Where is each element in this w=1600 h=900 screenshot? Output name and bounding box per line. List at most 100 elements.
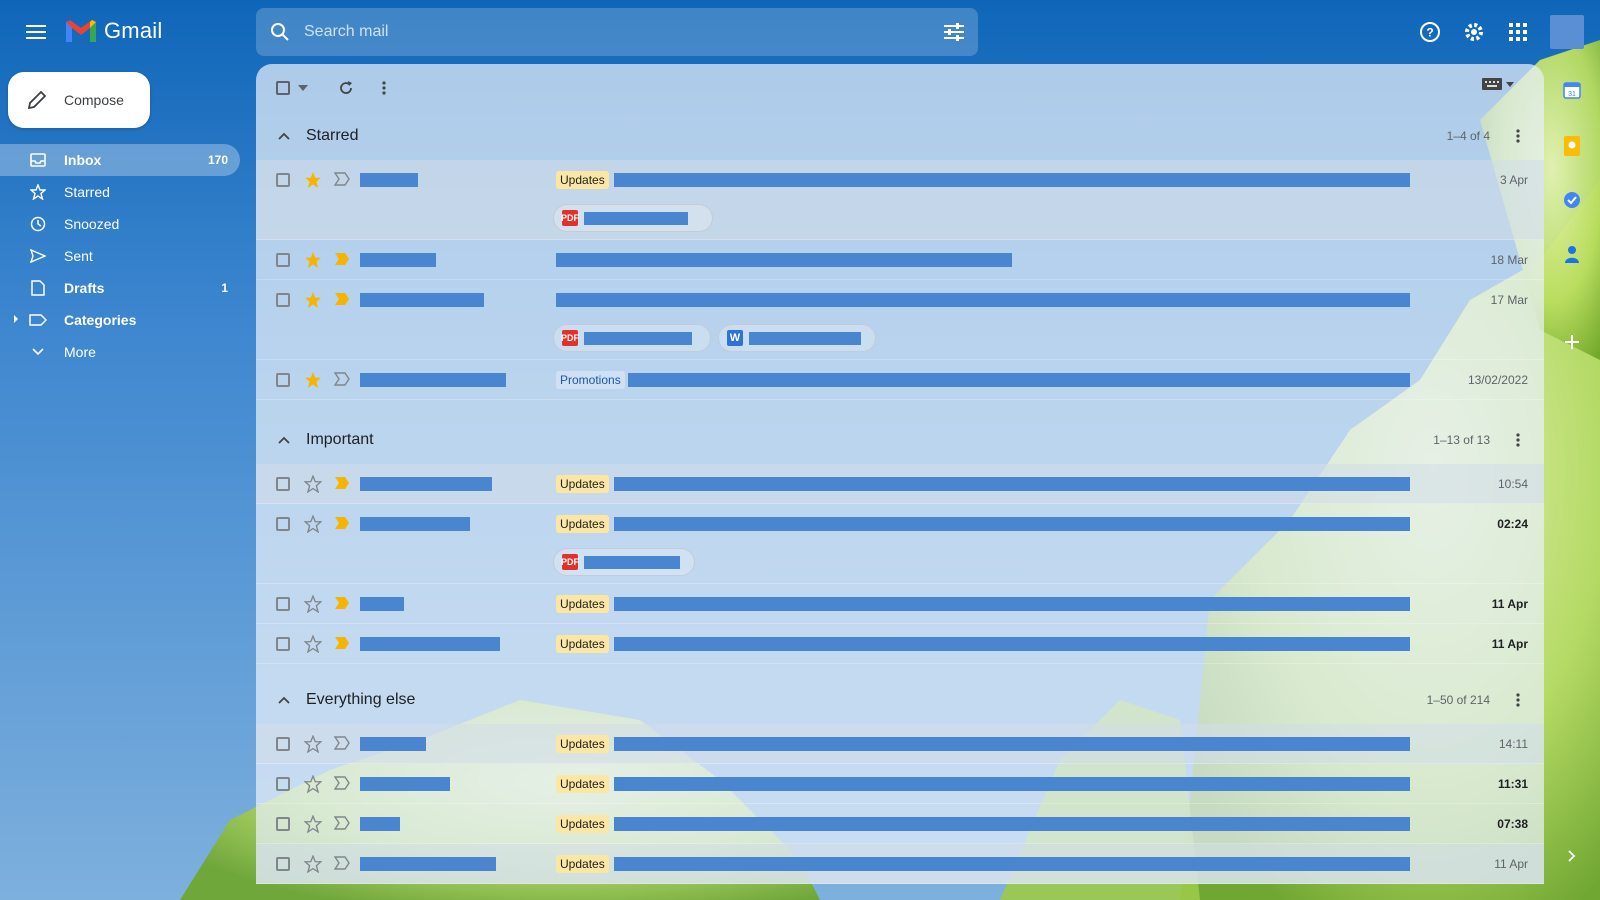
search-input[interactable] xyxy=(304,23,930,41)
importance-outline-icon[interactable] xyxy=(334,372,350,386)
search-bar[interactable] xyxy=(256,8,978,56)
collapse-starred-button[interactable] xyxy=(270,132,298,140)
row-checkbox[interactable] xyxy=(276,817,290,831)
input-tools-button[interactable] xyxy=(1482,78,1514,90)
keep-button[interactable] xyxy=(1558,132,1586,160)
label-chip-updates[interactable]: Updates xyxy=(556,775,609,793)
star-outline-icon[interactable] xyxy=(304,735,322,753)
importance-outline-icon[interactable] xyxy=(334,776,350,790)
importance-filled-icon[interactable] xyxy=(334,292,350,306)
row-checkbox[interactable] xyxy=(276,253,290,267)
importance-outline-icon[interactable] xyxy=(334,172,350,186)
email-row[interactable]: Updates 11:31 xyxy=(256,764,1544,804)
settings-button[interactable] xyxy=(1456,14,1492,50)
star-outline-icon[interactable] xyxy=(304,595,322,613)
label-chip-updates[interactable]: Updates xyxy=(556,635,609,653)
importance-outline-icon[interactable] xyxy=(334,736,350,750)
importance-filled-icon[interactable] xyxy=(334,516,350,530)
nav-item-snoozed[interactable]: Snoozed xyxy=(0,208,240,240)
row-checkbox[interactable] xyxy=(276,857,290,871)
support-button[interactable]: ? xyxy=(1412,14,1448,50)
contacts-button[interactable] xyxy=(1558,240,1586,268)
email-row[interactable]: Updates 10:54 xyxy=(256,464,1544,504)
email-row[interactable]: Updates 11 Apr xyxy=(256,844,1544,884)
account-avatar[interactable] xyxy=(1550,15,1584,49)
gmail-logo[interactable]: Gmail xyxy=(64,18,162,44)
main-menu-button[interactable] xyxy=(20,16,52,48)
nav-item-starred[interactable]: Starred xyxy=(0,176,240,208)
star-filled-icon[interactable] xyxy=(304,371,322,389)
email-row[interactable]: Updates 02:24 PDF xyxy=(256,504,1544,584)
email-row[interactable]: Updates 14:11 xyxy=(256,724,1544,764)
attachment-chip[interactable]: PDF xyxy=(553,324,711,352)
label-chip-updates[interactable]: Updates xyxy=(556,475,609,493)
attachment-chip[interactable]: W xyxy=(718,324,876,352)
importance-outline-icon[interactable] xyxy=(334,856,350,870)
star-filled-icon[interactable] xyxy=(304,171,322,189)
nav-item-inbox[interactable]: Inbox 170 xyxy=(0,144,240,176)
star-outline-icon[interactable] xyxy=(304,775,322,793)
section-options-button[interactable] xyxy=(1506,688,1530,712)
label-chip-updates[interactable]: Updates xyxy=(556,735,609,753)
email-row[interactable]: 17 Mar PDF W xyxy=(256,280,1544,360)
star-outline-icon[interactable] xyxy=(304,635,322,653)
star-filled-icon[interactable] xyxy=(304,251,322,269)
select-all-button[interactable] xyxy=(270,72,314,104)
compose-button[interactable]: Compose xyxy=(8,72,150,128)
row-checkbox[interactable] xyxy=(276,597,290,611)
star-filled-icon[interactable] xyxy=(304,291,322,309)
star-outline-icon[interactable] xyxy=(304,515,322,533)
label-chip-updates[interactable]: Updates xyxy=(556,855,609,873)
collapse-everything-else-button[interactable] xyxy=(270,696,298,704)
row-checkbox[interactable] xyxy=(276,517,290,531)
row-checkbox[interactable] xyxy=(276,637,290,651)
importance-filled-icon[interactable] xyxy=(334,596,350,610)
chevron-up-icon xyxy=(278,436,290,444)
hide-side-panel-button[interactable] xyxy=(1558,842,1586,870)
row-checkbox[interactable] xyxy=(276,293,290,307)
row-checkbox[interactable] xyxy=(276,173,290,187)
star-outline-icon[interactable] xyxy=(304,855,322,873)
search-button[interactable] xyxy=(256,22,304,42)
email-row[interactable]: 18 Mar xyxy=(256,240,1544,280)
select-all-checkbox[interactable] xyxy=(276,81,290,95)
importance-filled-icon[interactable] xyxy=(334,636,350,650)
email-row[interactable]: Updates 3 Apr PDF xyxy=(256,160,1544,240)
email-row[interactable]: Promotions 13/02/2022 xyxy=(256,360,1544,400)
importance-filled-icon[interactable] xyxy=(334,252,350,266)
importance-filled-icon[interactable] xyxy=(334,476,350,490)
label-chip-updates[interactable]: Updates xyxy=(556,171,609,189)
nav-item-drafts[interactable]: Drafts 1 xyxy=(0,272,240,304)
row-checkbox[interactable] xyxy=(276,777,290,791)
nav-item-categories[interactable]: Categories xyxy=(0,304,240,336)
refresh-button[interactable] xyxy=(332,72,360,104)
star-outline-icon[interactable] xyxy=(304,815,322,833)
email-row[interactable]: Updates 11 Apr xyxy=(256,584,1544,624)
calendar-icon: 31 xyxy=(1563,82,1581,99)
calendar-button[interactable]: 31 xyxy=(1558,76,1586,104)
nav-item-sent[interactable]: Sent xyxy=(0,240,240,272)
attachment-chip[interactable]: PDF xyxy=(553,204,713,232)
more-actions-button[interactable] xyxy=(376,72,392,104)
email-row[interactable]: Updates 11 Apr xyxy=(256,624,1544,664)
label-chip-promotions[interactable]: Promotions xyxy=(556,371,625,389)
nav-item-more[interactable]: More xyxy=(0,336,240,368)
apps-button[interactable] xyxy=(1500,14,1536,50)
row-checkbox[interactable] xyxy=(276,477,290,491)
label-chip-updates[interactable]: Updates xyxy=(556,515,609,533)
add-addon-button[interactable] xyxy=(1558,328,1586,356)
search-options-button[interactable] xyxy=(930,23,978,41)
row-checkbox[interactable] xyxy=(276,737,290,751)
sender-name xyxy=(360,373,506,387)
section-options-button[interactable] xyxy=(1506,428,1530,452)
tasks-button[interactable] xyxy=(1558,186,1586,214)
row-checkbox[interactable] xyxy=(276,373,290,387)
collapse-important-button[interactable] xyxy=(270,436,298,444)
section-options-button[interactable] xyxy=(1506,124,1530,148)
email-row[interactable]: Updates 07:38 xyxy=(256,804,1544,844)
label-chip-updates[interactable]: Updates xyxy=(556,815,609,833)
star-outline-icon[interactable] xyxy=(304,475,322,493)
importance-outline-icon[interactable] xyxy=(334,816,350,830)
label-chip-updates[interactable]: Updates xyxy=(556,595,609,613)
attachment-chip[interactable]: PDF xyxy=(553,548,695,576)
